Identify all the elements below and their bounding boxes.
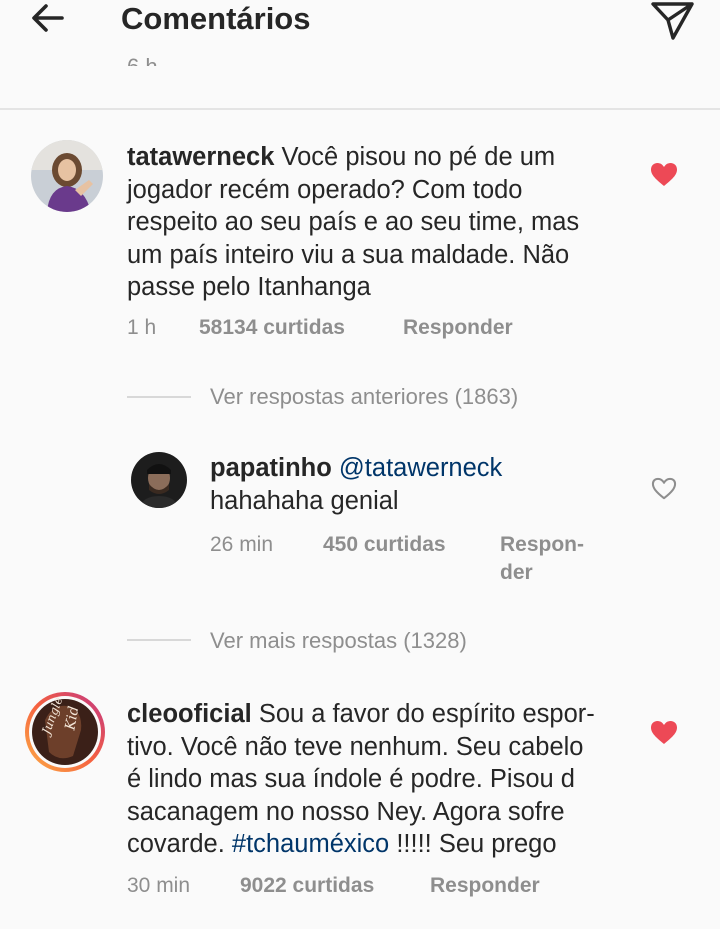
comment-line: respeito ao seu país e ao seu time, mas: [127, 208, 580, 236]
comment-line: jogador recém operado? Com todo: [127, 175, 523, 204]
reply-button[interactable]: Responder: [403, 314, 513, 342]
comment-line: tivo. Você não teve nenhum. Seu cabelo: [127, 732, 584, 761]
like-button[interactable]: [650, 162, 678, 188]
heart-outline-icon: [651, 477, 677, 500]
comment-text: tatawerneck Você pisou no pé de um jogad…: [127, 141, 667, 304]
like-button[interactable]: [651, 477, 677, 501]
avatar-image: [31, 140, 103, 212]
view-previous-replies-link[interactable]: Ver respostas anteriores (1863): [210, 383, 518, 411]
reply-button[interactable]: Respon- der: [500, 531, 584, 587]
comment-line: cleooficial Sou a favor do espírito espo…: [127, 698, 667, 731]
mention-link[interactable]: @tatawerneck: [339, 454, 502, 482]
comment-text: cleooficial Sou a favor do espírito espo…: [127, 698, 667, 861]
heart-filled-icon: [651, 163, 677, 186]
avatar-papatinho[interactable]: [131, 452, 187, 508]
comment-line: papatinho @tatawerneck: [210, 452, 640, 485]
avatar-story-ring-image: Jungle Kid: [25, 692, 105, 772]
likes-count[interactable]: 9022 curtidas: [240, 872, 374, 900]
reply-time: 26 min: [210, 533, 274, 556]
replies-divider: [127, 396, 191, 398]
comment-line: hahahaha genial: [210, 486, 399, 515]
reply-button[interactable]: Responder: [430, 872, 540, 900]
heart-filled-icon: [651, 721, 677, 744]
avatar-image: [131, 452, 187, 508]
scroll-cover: [0, 66, 720, 108]
arrow-left-icon: [32, 4, 64, 32]
back-button[interactable]: [22, 0, 78, 44]
avatar-tatawerneck[interactable]: [31, 140, 103, 212]
view-more-replies-link[interactable]: Ver mais respostas (1328): [210, 627, 467, 655]
comment-line: um país inteiro viu a sua maldade. Não: [127, 240, 570, 269]
avatar-cleooficial[interactable]: Jungle Kid: [23, 690, 107, 774]
comment-line: sacanagem no nosso Ney. Agora sofre: [127, 797, 565, 826]
share-button[interactable]: [646, 0, 698, 42]
comment-time: 1 h: [127, 316, 157, 339]
reply-label-line: der: [500, 561, 533, 584]
comment-username[interactable]: tatawerneck: [127, 143, 274, 171]
like-button[interactable]: [650, 720, 678, 746]
page-title: Comentários: [121, 1, 311, 36]
comment-line: passe pelo Itanhanga: [127, 273, 371, 301]
comment-line: covarde. #tchauméxico !!!!! Seu prego: [127, 828, 667, 861]
comment-body: Sou a favor do espírito espor-: [258, 700, 595, 728]
comment-line: tatawerneck Você pisou no pé de um: [127, 141, 667, 174]
comment-body: covarde.: [127, 830, 232, 858]
reply-text: papatinho @tatawerneck hahahaha genial: [210, 452, 640, 517]
reply-likes-count[interactable]: 450 curtidas: [323, 531, 446, 559]
reply-label-line: Respon-: [500, 533, 584, 556]
reply-username[interactable]: papatinho: [210, 454, 332, 482]
likes-count[interactable]: 58134 curtidas: [199, 314, 345, 342]
paper-plane-icon: [651, 2, 694, 40]
comment-time: 30 min: [127, 874, 191, 897]
replies-divider: [127, 639, 191, 641]
comment-body: Você pisou no pé de um: [281, 143, 556, 171]
comment-line: é lindo mas sua índole é podre. Pisou d: [127, 765, 575, 793]
comment-body: !!!!! Seu prego: [389, 830, 557, 858]
divider: [0, 108, 720, 110]
top-bar: Comentários: [0, 0, 720, 68]
comment-username[interactable]: cleooficial: [127, 700, 252, 728]
hashtag-link[interactable]: #tchauméxico: [232, 830, 389, 858]
